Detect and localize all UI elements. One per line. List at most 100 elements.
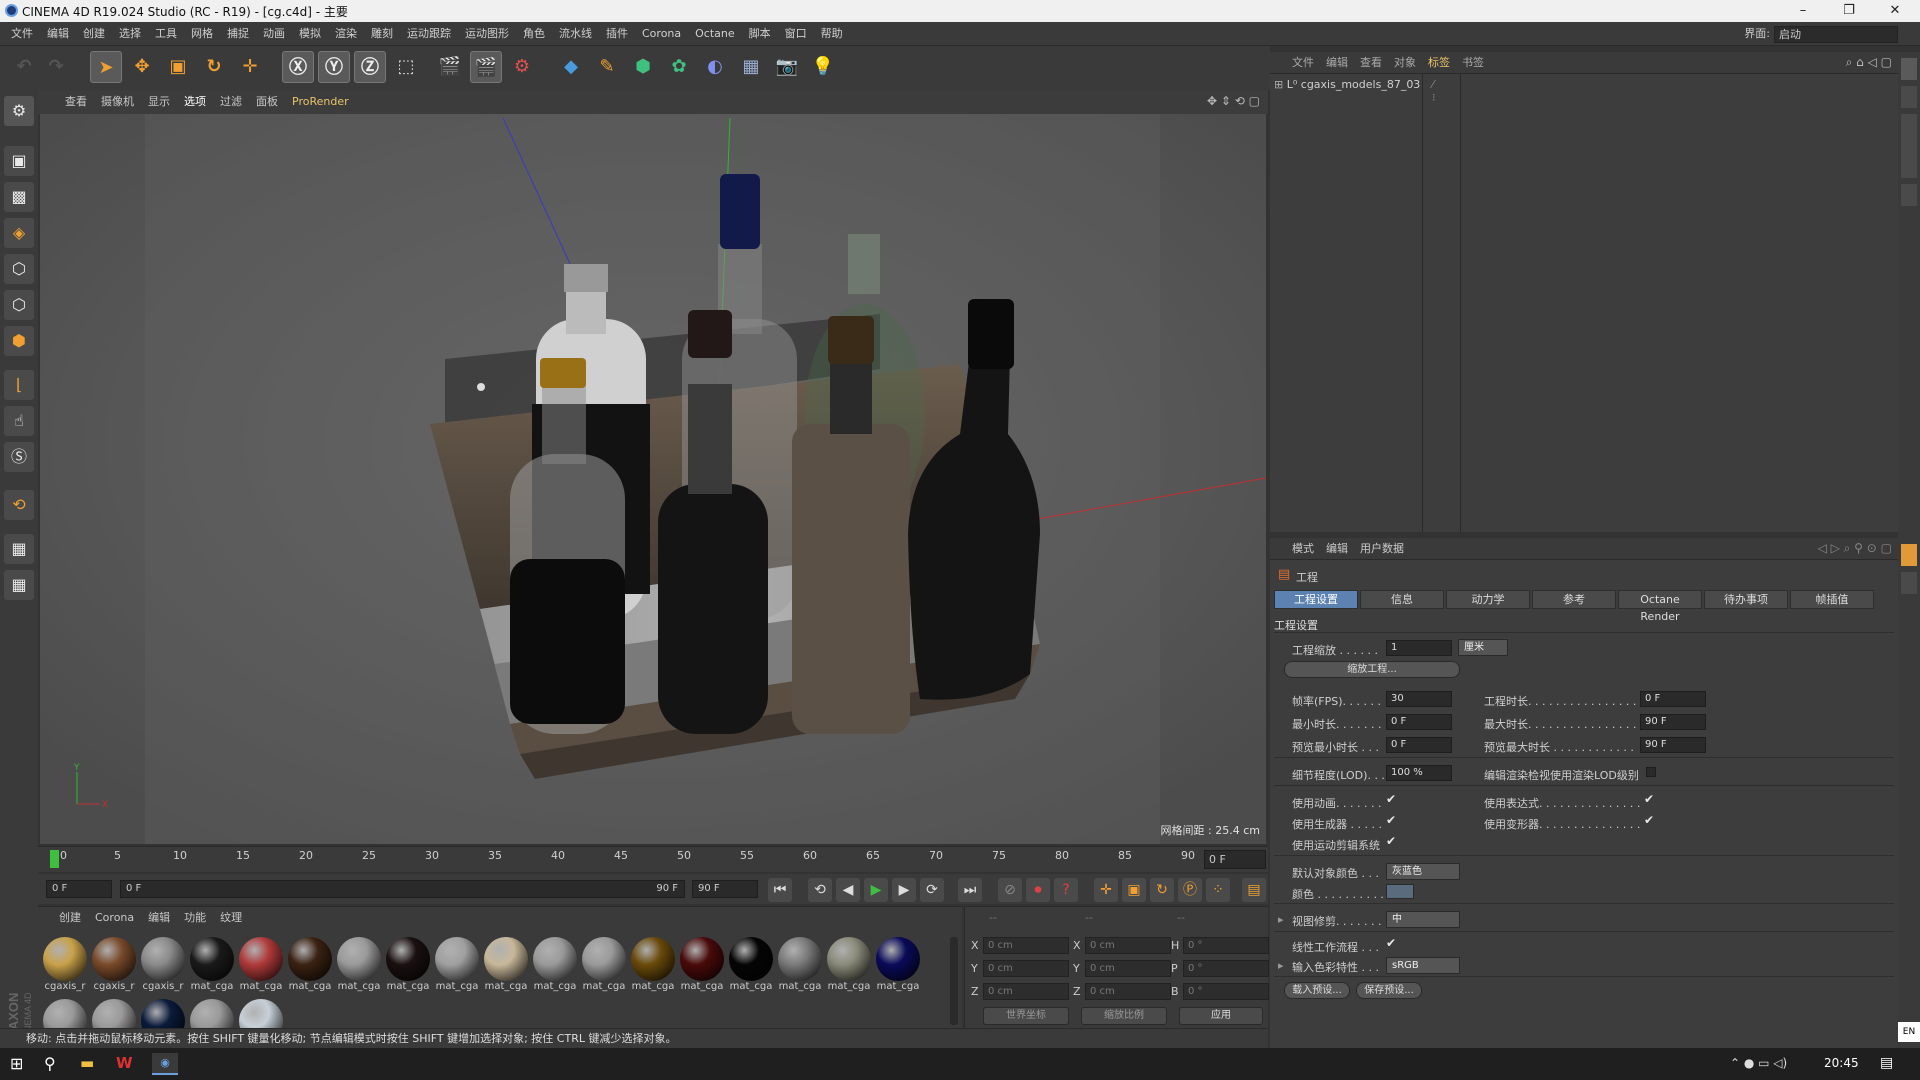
min-time-field[interactable]: 0 F <box>1386 714 1452 730</box>
planar-workplane-icon[interactable]: ▦ <box>4 570 34 600</box>
menu-corona[interactable]: Corona <box>635 22 688 46</box>
attribute-nav-icons[interactable]: ◁ ▷ ⌕ ⚲ ⊙ ▢ <box>1818 541 1892 556</box>
scale-project-button[interactable]: 缩放工程... <box>1284 661 1460 678</box>
material-swatch[interactable]: cgaxis_r <box>42 937 88 997</box>
snap-icon[interactable]: ⟲ <box>4 490 34 520</box>
tweak-mode-icon[interactable]: ☝ <box>4 406 34 436</box>
render-view-icon[interactable]: 🎬 <box>434 51 466 83</box>
go-to-start-icon[interactable]: ⏮ <box>768 878 792 902</box>
material-swatch[interactable]: mat_cga <box>581 937 627 997</box>
menu-select[interactable]: 选择 <box>112 22 148 46</box>
side-tab-content-browser[interactable] <box>1901 114 1917 178</box>
attribute-menu-edit[interactable]: 编辑 <box>1320 538 1354 560</box>
max-time-field[interactable]: 90 F <box>1640 714 1706 730</box>
fps-field[interactable]: 30 <box>1386 691 1452 707</box>
linear-workflow-checkbox[interactable]: ✔ <box>1386 936 1396 950</box>
size-y-field[interactable]: 0 cm <box>1085 960 1171 977</box>
preview-max-field[interactable]: 90 F <box>1640 737 1706 753</box>
object-menu-file[interactable]: 文件 <box>1286 52 1320 74</box>
color-swatch[interactable] <box>1386 884 1414 899</box>
object-menu-tags[interactable]: 标签 <box>1422 52 1456 74</box>
redo-icon[interactable]: ↷ <box>40 51 72 83</box>
deformer-icon[interactable]: ◐ <box>699 51 731 83</box>
menu-edit[interactable]: 编辑 <box>40 22 76 46</box>
make-editable-icon[interactable]: ⚙ <box>4 96 34 126</box>
workplane-mode-icon[interactable]: ◈ <box>4 218 34 248</box>
material-swatch[interactable]: mat_cga <box>336 937 382 997</box>
material-swatch[interactable]: mat_cga <box>679 937 725 997</box>
material-menu-texture[interactable]: 纹理 <box>213 907 249 929</box>
attribute-menu-mode[interactable]: 模式 <box>1286 538 1320 560</box>
menu-simulate[interactable]: 模拟 <box>292 22 328 46</box>
side-tab-objects[interactable] <box>1901 58 1917 80</box>
material-menu-function[interactable]: 功能 <box>177 907 213 929</box>
use-animation-checkbox[interactable]: ✔ <box>1386 792 1396 806</box>
windows-start-icon[interactable]: ⊞ <box>10 1054 23 1073</box>
input-language-badge[interactable]: EN <box>1898 1022 1920 1042</box>
render-picture-viewer-icon[interactable]: 🎬 <box>470 51 502 83</box>
menu-plugins[interactable]: 插件 <box>599 22 635 46</box>
material-swatch[interactable]: mat_cga <box>189 937 235 997</box>
side-tab-layer[interactable] <box>1901 572 1917 594</box>
viewport-menu-panel[interactable]: 面板 <box>249 90 285 114</box>
camera-icon[interactable]: 📷 <box>771 51 803 83</box>
z-axis-lock-icon[interactable]: Ⓩ <box>354 51 386 83</box>
use-deformers-checkbox[interactable]: ✔ <box>1644 813 1654 827</box>
interface-dropdown[interactable]: 启动 <box>1774 25 1898 43</box>
world-coordinates-dropdown[interactable]: 世界坐标 <box>983 1007 1069 1025</box>
viewport-menu-options[interactable]: 选项 <box>177 90 213 114</box>
material-swatch[interactable]: cgaxis_r <box>91 937 137 997</box>
view-clipping-dropdown[interactable]: 中 <box>1386 911 1460 928</box>
menu-motion-tracking[interactable]: 运动跟踪 <box>400 22 458 46</box>
record-keys-disabled-icon[interactable]: ⊘ <box>998 878 1022 902</box>
material-menu-edit[interactable]: 编辑 <box>141 907 177 929</box>
tab-todo[interactable]: 待办事项 <box>1704 590 1788 609</box>
menu-help[interactable]: 帮助 <box>814 22 850 46</box>
save-preset-button[interactable]: 保存预设... <box>1356 982 1422 999</box>
menu-window[interactable]: 窗口 <box>778 22 814 46</box>
object-menu-view[interactable]: 查看 <box>1354 52 1388 74</box>
preview-range-slider[interactable]: 0 F 90 F <box>120 880 685 898</box>
side-tab-attributes[interactable] <box>1901 544 1917 566</box>
texture-mode-icon[interactable]: ▩ <box>4 182 34 212</box>
rotate-tool-icon[interactable]: ↻ <box>198 51 230 83</box>
solo-mode-icon[interactable]: Ⓢ <box>4 442 34 472</box>
rotation-p-field[interactable]: 0 ° <box>1183 960 1269 977</box>
cinema4d-taskbar-icon[interactable]: ◉ <box>152 1053 178 1075</box>
object-menu-objects[interactable]: 对象 <box>1388 52 1422 74</box>
object-row-root[interactable]: ⊞ L⁰ cgaxis_models_87_03 ⁄ ⁝ <box>1274 78 1436 104</box>
use-expressions-checkbox[interactable]: ✔ <box>1644 792 1654 806</box>
position-y-field[interactable]: 0 cm <box>983 960 1069 977</box>
move-tool-icon[interactable]: ✥ <box>126 51 158 83</box>
project-scale-field[interactable]: 1 <box>1386 640 1452 656</box>
max-frame-field[interactable]: 90 F <box>692 880 758 898</box>
profile-expand-icon[interactable]: ▸ <box>1278 959 1284 972</box>
timeline-window-icon[interactable]: ▤ <box>1242 878 1266 902</box>
menu-tools[interactable]: 工具 <box>148 22 184 46</box>
render-lod-checkbox[interactable] <box>1646 767 1656 777</box>
previous-frame-icon[interactable]: ◀ <box>836 878 860 902</box>
use-mograph-checkbox[interactable]: ✔ <box>1386 834 1396 848</box>
wps-office-icon[interactable]: W <box>116 1054 133 1072</box>
object-menu-edit[interactable]: 编辑 <box>1320 52 1354 74</box>
edges-mode-icon[interactable]: ⬡ <box>4 290 34 320</box>
side-tab-takes[interactable] <box>1901 86 1917 108</box>
points-mode-icon[interactable]: ⬡ <box>4 254 34 284</box>
material-swatch[interactable]: mat_cga <box>483 937 529 997</box>
object-menu-bookmarks[interactable]: 书签 <box>1456 52 1490 74</box>
axis-mode-icon[interactable]: ⌊ <box>4 370 34 400</box>
key-pla-icon[interactable]: ⁘ <box>1206 878 1230 902</box>
tab-octane-render[interactable]: Octane Render <box>1618 590 1702 623</box>
cube-object-icon[interactable]: ◆ <box>555 51 587 83</box>
tab-frame-interpolation[interactable]: 帧插值 <box>1790 590 1874 609</box>
polygons-mode-icon[interactable]: ⬢ <box>4 326 34 356</box>
search-icon[interactable]: ⚲ <box>44 1054 56 1073</box>
play-icon[interactable]: ▶ <box>864 878 888 902</box>
floor-environment-icon[interactable]: ▦ <box>735 51 767 83</box>
visibility-toggle-icon[interactable]: ⁄ ⁝ <box>1432 78 1436 104</box>
tab-project-settings[interactable]: 工程设置 <box>1274 590 1358 609</box>
material-menu-create[interactable]: 创建 <box>52 907 88 929</box>
array-generator-icon[interactable]: ✿ <box>663 51 695 83</box>
scale-mode-dropdown[interactable]: 缩放比例 <box>1081 1007 1167 1025</box>
rotation-b-field[interactable]: 0 ° <box>1183 983 1269 1000</box>
